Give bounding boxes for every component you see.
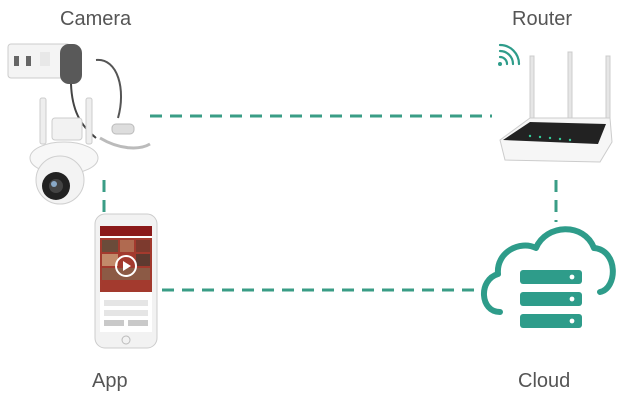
cloud-server-icon: [481, 226, 616, 328]
wifi-router-icon: [499, 51, 613, 163]
wifi-signal-icon: [498, 43, 521, 66]
network-diagram: [7, 43, 616, 349]
connectors: [102, 114, 558, 292]
security-camera-icon: [7, 43, 151, 205]
smartphone-app-icon: [94, 213, 158, 349]
